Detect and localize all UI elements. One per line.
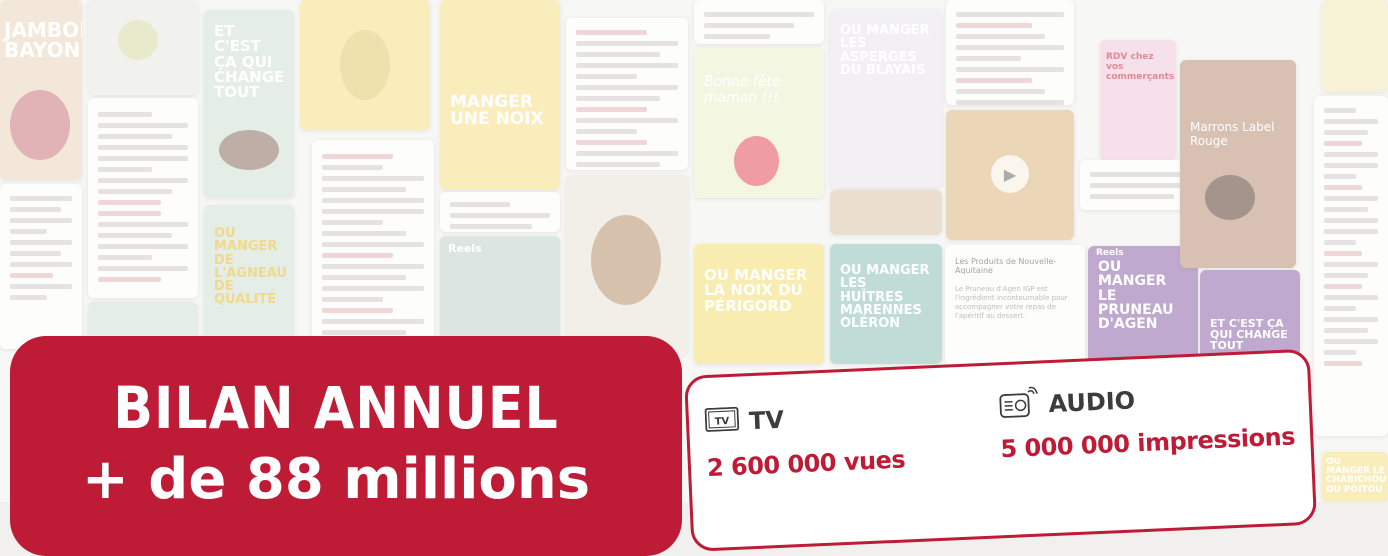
- media-stats-box: TV TV 2 600 000 vues AUDIO 5 000 000 imp…: [684, 349, 1317, 552]
- radio-icon: [998, 386, 1040, 426]
- banner-subtitle: + de 88 millions: [0, 447, 672, 512]
- stat-audio-header: AUDIO: [998, 381, 1136, 425]
- stat-tv-label: TV: [748, 406, 784, 435]
- annual-report-banner: [10, 336, 682, 556]
- stat-tv-header: TV TV: [704, 405, 784, 438]
- svg-text:TV: TV: [715, 416, 730, 428]
- stat-tv-value: 2 600 000 vues: [706, 445, 905, 482]
- banner-title: BILAN ANNUEL: [0, 374, 672, 442]
- stat-audio-value: 5 000 000 impressions: [1000, 422, 1296, 463]
- stat-audio-label: AUDIO: [1048, 386, 1136, 418]
- tv-icon: TV: [704, 407, 739, 438]
